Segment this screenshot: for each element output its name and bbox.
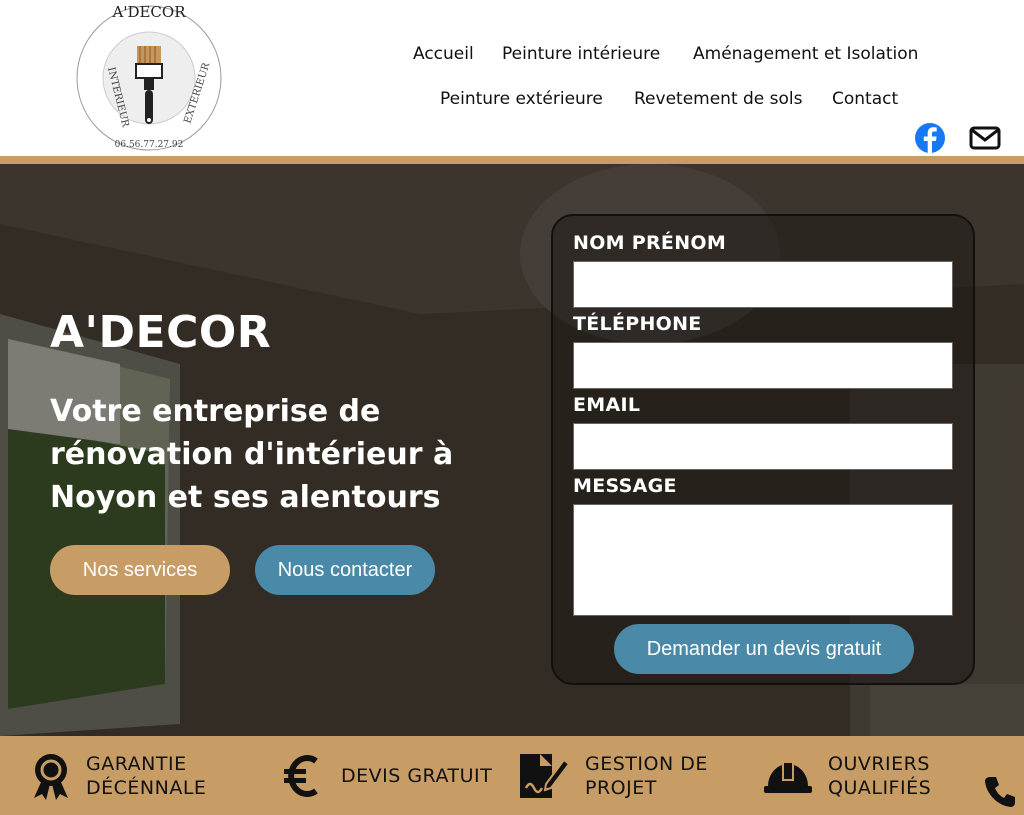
email-label: EMAIL — [573, 394, 641, 416]
hero-subtitle: Votre entreprise de rénovation d'intérie… — [50, 394, 454, 515]
feature-4-line1: OUVRIERS — [828, 753, 930, 775]
feature-2-text: DEVIS GRATUIT — [341, 764, 492, 788]
phone-field[interactable] — [573, 342, 953, 389]
award-ribbon-icon — [34, 754, 68, 800]
name-label: NOM PRÉNOM — [573, 232, 727, 254]
feature-4-line2: QUALIFIÉS — [828, 777, 932, 799]
nav-item-contact[interactable]: Contact — [832, 89, 898, 109]
nav-item-accueil[interactable]: Accueil — [413, 44, 474, 64]
feature-1-line1: GARANTIE — [86, 753, 187, 775]
feature-1-text: GARANTIE DÉCÉNNALE — [86, 752, 206, 800]
nav-item-peinture-exterieure[interactable]: Peinture extérieure — [440, 89, 603, 109]
message-field[interactable] — [573, 504, 953, 616]
hero-section: A'DECOR Votre entreprise de rénovation d… — [0, 164, 1024, 736]
feature-3-line1: GESTION DE — [585, 753, 708, 775]
submit-quote-button[interactable]: Demander un devis gratuit — [614, 624, 914, 674]
mail-icon[interactable] — [968, 121, 1002, 155]
site-header: A'DECOR INTERIEUR EXTERIEUR 06.56.77.27.… — [0, 0, 1024, 156]
hard-hat-icon — [764, 761, 812, 793]
name-field[interactable] — [573, 261, 953, 308]
document-sign-icon — [520, 754, 570, 798]
phone-label: TÉLÉPHONE — [573, 313, 702, 335]
features-bar: GARANTIE DÉCÉNNALE DEVIS GRATUIT GESTION… — [0, 736, 1024, 815]
contact-button[interactable]: Nous contacter — [255, 545, 435, 595]
services-button[interactable]: Nos services — [50, 545, 230, 595]
nav-item-peinture-interieure[interactable]: Peinture intérieure — [502, 44, 660, 64]
feature-2-line1: DEVIS GRATUIT — [341, 765, 493, 787]
email-field[interactable] — [573, 423, 953, 470]
feature-3-text: GESTION DE PROJET — [585, 752, 708, 800]
feature-1-line2: DÉCÉNNALE — [86, 777, 207, 799]
nav-item-revetement[interactable]: Revetement de sols — [634, 89, 803, 109]
euro-icon — [284, 755, 318, 797]
main-nav: Accueil Peinture intérieure Aménagement … — [0, 0, 1024, 156]
message-label: MESSAGE — [573, 475, 677, 497]
hero-title: A'DECOR — [50, 307, 272, 358]
quote-form: NOM PRÉNOM TÉLÉPHONE EMAIL MESSAGE Deman… — [551, 214, 975, 685]
phone-icon[interactable] — [982, 774, 1018, 810]
nav-item-amenagement[interactable]: Aménagement et Isolation — [693, 44, 918, 64]
header-divider — [0, 156, 1024, 164]
facebook-icon[interactable] — [913, 121, 947, 155]
feature-3-line2: PROJET — [585, 777, 657, 799]
feature-4-text: OUVRIERS QUALIFIÉS — [828, 752, 931, 800]
